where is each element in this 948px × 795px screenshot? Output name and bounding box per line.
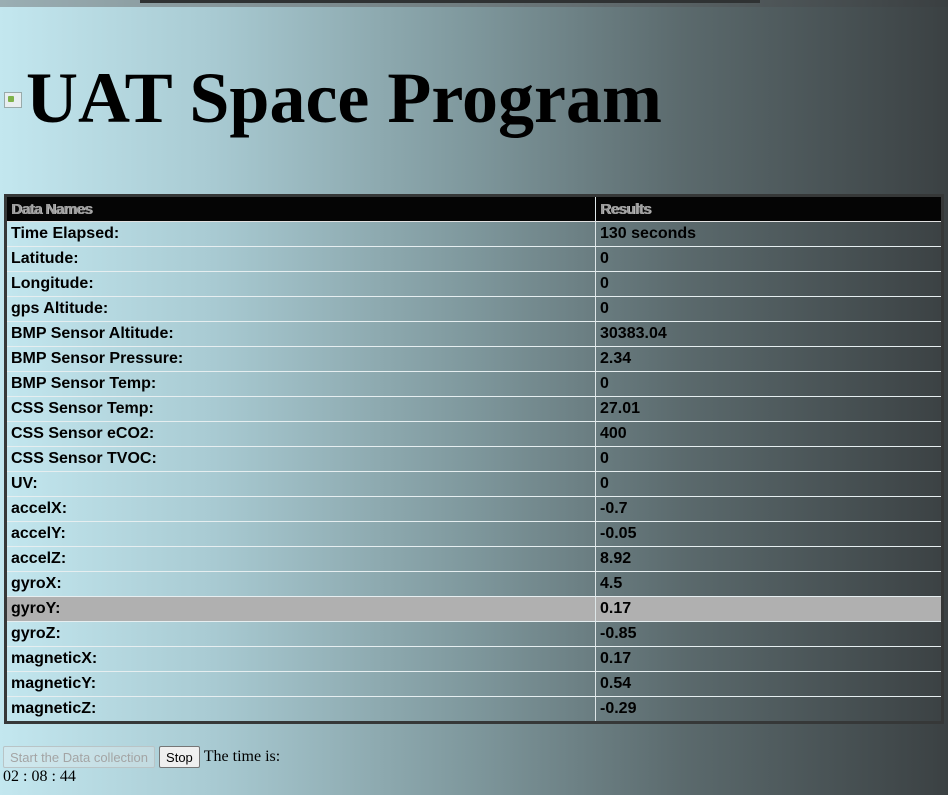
table-row: BMP Sensor Pressure: 2.34 [7,347,941,372]
broken-image-icon [4,92,22,108]
page-title: UAT Space Program [4,58,662,138]
row-data-name: gps Altitude: [7,297,596,322]
table-body: Time Elapsed: 130 seconds Latitude: 0 Longit… [7,222,941,721]
row-result-value: 0 [596,297,941,322]
table-row: CSS Sensor TVOC: 0 [7,447,941,472]
column-header-data-names: Data Names [7,197,596,222]
row-data-name: magneticY: [7,672,596,697]
table-row: Time Elapsed: 130 seconds [7,222,941,247]
top-edge-bar [0,0,948,7]
row-result-value: 0 [596,272,941,297]
row-result-value: 0 [596,472,941,497]
table-row: accelX: -0.7 [7,497,941,522]
row-result-value: 27.01 [596,397,941,422]
row-data-name: gyroX: [7,572,596,597]
table-row: accelY: -0.05 [7,522,941,547]
row-data-name: magneticZ: [7,697,596,721]
row-data-name: CSS Sensor eCO2: [7,422,596,447]
table-row: CSS Sensor eCO2: 400 [7,422,941,447]
table-row: magneticZ: -0.29 [7,697,941,721]
row-result-value: 0.17 [596,647,941,672]
page-title-text: UAT Space Program [26,58,662,138]
table-row: BMP Sensor Altitude: 30383.04 [7,322,941,347]
table-row: CSS Sensor Temp: 27.01 [7,397,941,422]
table-row: gyroZ: -0.85 [7,622,941,647]
table-row: Latitude: 0 [7,247,941,272]
table-header-row: Data Names Results [7,197,941,222]
row-result-value: 0.17 [596,597,941,622]
row-data-name: BMP Sensor Pressure: [7,347,596,372]
table-row: gyroY: 0.17 [7,597,941,622]
clock-readout: 02 : 08 : 44 [3,768,76,785]
row-result-value: 130 seconds [596,222,941,247]
row-data-name: accelX: [7,497,596,522]
row-data-name: magneticX: [7,647,596,672]
time-label: The time is: [203,748,281,765]
row-result-value: 30383.04 [596,322,941,347]
table-row: magneticY: 0.54 [7,672,941,697]
control-bar: Start the Data collection Stop The time … [3,746,280,768]
row-data-name: accelZ: [7,547,596,572]
row-data-name: CSS Sensor TVOC: [7,447,596,472]
row-result-value: 400 [596,422,941,447]
sensor-data-table: Data Names Results Time Elapsed: 130 seco… [4,194,944,724]
row-result-value: -0.7 [596,497,941,522]
row-result-value: 0 [596,447,941,472]
row-result-value: -0.85 [596,622,941,647]
row-data-name: BMP Sensor Temp: [7,372,596,397]
table-row: magneticX: 0.17 [7,647,941,672]
row-data-name: Latitude: [7,247,596,272]
table-row: Longitude: 0 [7,272,941,297]
row-result-value: 0 [596,247,941,272]
row-data-name: CSS Sensor Temp: [7,397,596,422]
row-data-name: UV: [7,472,596,497]
table-row: gps Altitude: 0 [7,297,941,322]
row-result-value: 0 [596,372,941,397]
stop-button[interactable]: Stop [159,746,200,768]
table-row: BMP Sensor Temp: 0 [7,372,941,397]
row-result-value: 2.34 [596,347,941,372]
row-data-name: gyroZ: [7,622,596,647]
row-data-name: Time Elapsed: [7,222,596,247]
table-row: UV: 0 [7,472,941,497]
row-result-value: 8.92 [596,547,941,572]
row-data-name: accelY: [7,522,596,547]
row-data-name: BMP Sensor Altitude: [7,322,596,347]
column-header-results: Results [596,197,941,222]
table-row: gyroX: 4.5 [7,572,941,597]
top-edge-bar-inner [140,0,760,3]
row-result-value: -0.29 [600,700,637,717]
row-result-value: 4.5 [596,572,941,597]
row-result-value: -0.05 [596,522,941,547]
row-data-name: gyroY: [7,597,596,622]
table-row: accelZ: 8.92 [7,547,941,572]
row-data-name: Longitude: [7,272,596,297]
start-data-collection-button[interactable]: Start the Data collection [3,746,156,768]
row-result-value: 0.54 [596,672,941,697]
